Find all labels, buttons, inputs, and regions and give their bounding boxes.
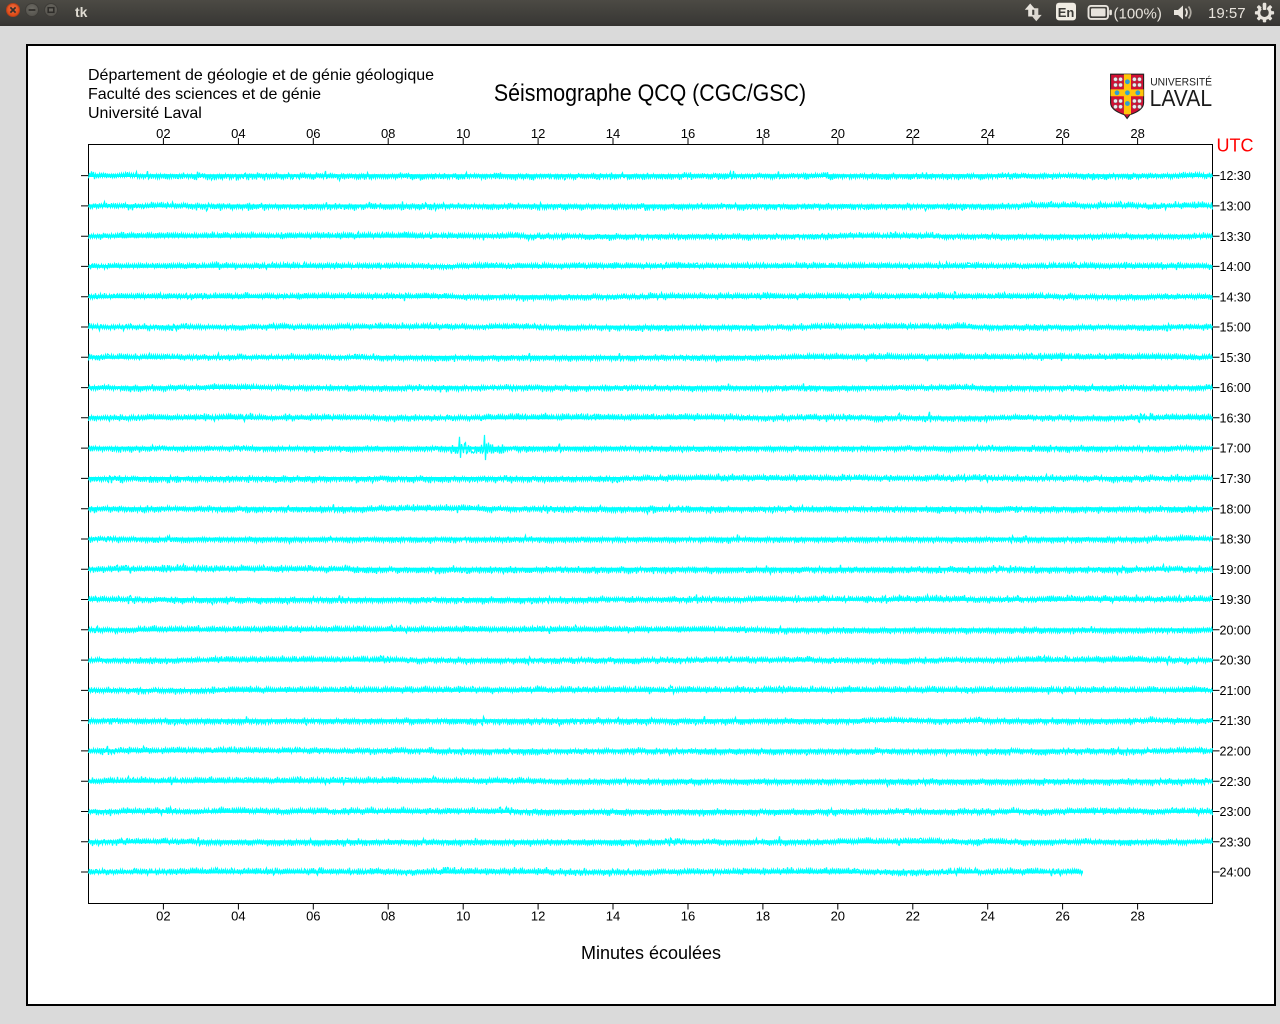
svg-text:LAVAL: LAVAL [1150, 85, 1213, 111]
svg-text:(100%): (100%) [1114, 6, 1162, 23]
svg-text:19:57: 19:57 [1208, 5, 1246, 22]
svg-text:En: En [1058, 5, 1075, 20]
